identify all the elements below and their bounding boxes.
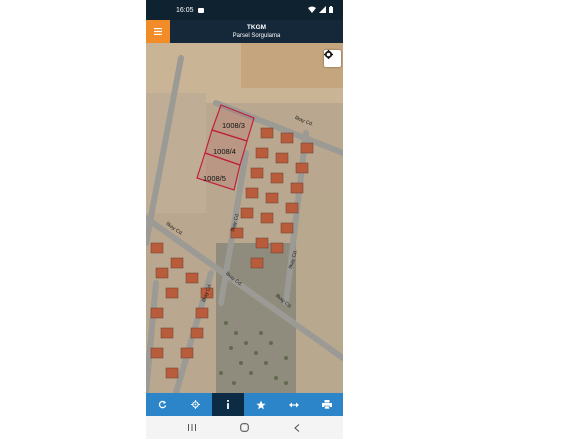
locate-icon (190, 400, 200, 409)
map-settings-button[interactable] (324, 50, 341, 67)
hamburger-menu-icon (154, 28, 162, 35)
status-time: 16:05 (176, 6, 194, 14)
print-icon (321, 400, 332, 409)
back-icon (293, 423, 300, 432)
parcel-label[interactable]: 1008/5 (203, 174, 226, 183)
image-icon (197, 7, 204, 13)
info-icon (227, 400, 229, 409)
gear-icon (324, 50, 333, 59)
parcel-label[interactable]: 1008/3 (222, 121, 245, 130)
recents-icon (188, 424, 197, 431)
parcel-label[interactable]: 1008/4 (213, 147, 236, 156)
status-icons (308, 6, 333, 13)
measure-button[interactable] (277, 393, 310, 416)
app-title: TKGM (246, 24, 267, 31)
phone-screen: 16:05 TKGM Parsel Sorgulama 1008/3 1008/… (146, 0, 343, 439)
favorite-button[interactable] (244, 393, 277, 416)
measure-icon (288, 402, 299, 407)
signal-icon (319, 6, 326, 13)
battery-icon (329, 6, 333, 13)
map-imagery (146, 43, 343, 393)
app-header: TKGM Parsel Sorgulama (146, 20, 343, 43)
star-icon (256, 400, 266, 409)
back-button[interactable] (287, 418, 307, 438)
app-subtitle: Parsel Sorgulama (232, 33, 281, 39)
info-button[interactable] (211, 393, 245, 416)
locate-button[interactable] (179, 393, 212, 416)
status-bar: 16:05 (146, 0, 343, 20)
satellite-map[interactable]: 1008/3 1008/4 1008/5 İlkay Cd. İlkay Cd.… (146, 43, 343, 393)
android-nav-bar (146, 416, 343, 439)
recents-button[interactable] (182, 418, 202, 438)
print-button[interactable] (310, 393, 343, 416)
home-icon (240, 423, 249, 432)
menu-button[interactable] (146, 20, 170, 43)
map-toolbar (146, 393, 343, 416)
home-button[interactable] (234, 418, 254, 438)
refresh-button[interactable] (146, 393, 179, 416)
refresh-icon (158, 400, 167, 409)
wifi-icon (308, 6, 316, 13)
